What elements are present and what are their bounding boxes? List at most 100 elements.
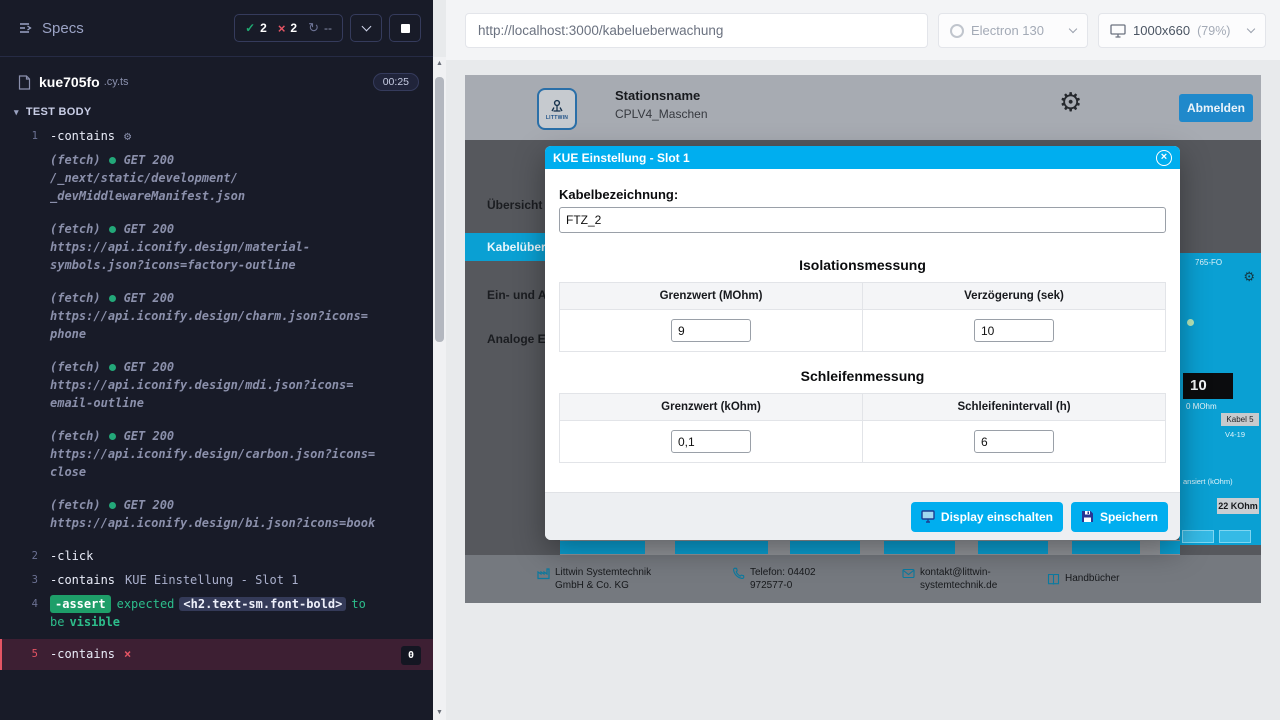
url-input[interactable]: http://localhost:3000/kabelueberwachung (465, 13, 928, 48)
save-button[interactable]: Speichern (1071, 502, 1168, 532)
scroll-up-icon[interactable]: ▲ (433, 57, 446, 71)
specs-label: Specs (42, 20, 84, 37)
assert-row[interactable]: 4 assertexpected<h2.text-sm.font-bold>to… (0, 592, 433, 634)
background-fragment (884, 541, 955, 554)
monitor-icon (1110, 23, 1126, 38)
app-header: LITTWIN Stationsname CPLV4_Maschen ⚙ Abm… (465, 75, 1261, 140)
loop-interval-input[interactable] (974, 430, 1054, 453)
isolation-delay-input[interactable] (974, 319, 1054, 342)
fetch-url: https://api.iconify.design/material-symb… (50, 238, 393, 274)
scrollbar-thumb[interactable] (435, 77, 444, 342)
test-body-section[interactable]: ▾ TEST BODY (0, 97, 433, 124)
line-number: 2 (0, 547, 50, 565)
specs-menu[interactable]: Specs (18, 20, 84, 37)
phone-icon (732, 567, 745, 580)
network-log-row[interactable]: (fetch)GET 200 https://api.iconify.desig… (0, 424, 433, 484)
check-icon: ✓ (245, 21, 255, 35)
failed-stat: ×2 (278, 21, 297, 36)
table-row (560, 421, 1166, 463)
viewport-select[interactable]: 1000x660 (79%) (1098, 13, 1266, 48)
test-stats[interactable]: ✓2 ×2 ↻-- (234, 14, 343, 42)
command-row[interactable]: 2 click (0, 544, 433, 568)
browser-select[interactable]: Electron 130 (938, 13, 1088, 48)
fetch-status: GET 200 (124, 358, 175, 376)
network-log-row[interactable]: (fetch)GET 200 /_next/static/development… (0, 148, 433, 208)
footer-phone[interactable]: Telefon: 04402 972577-0 (732, 566, 847, 592)
footer-email[interactable]: kontakt@littwin-systemtechnik.de (902, 566, 992, 592)
passed-count: 2 (260, 21, 267, 35)
passed-stat: ✓2 (245, 21, 267, 35)
network-log-row[interactable]: (fetch)GET 200 https://api.iconify.desig… (0, 217, 433, 277)
fail-cross-icon: × (124, 647, 131, 661)
network-log-row[interactable]: (fetch)GET 200 https://api.iconify.desig… (0, 493, 433, 535)
chevron-down-icon (1069, 25, 1077, 33)
network-log-row[interactable]: (fetch)GET 200 https://api.iconify.desig… (0, 286, 433, 346)
application: LITTWIN Stationsname CPLV4_Maschen ⚙ Abm… (465, 75, 1261, 603)
email-text: kontakt@littwin-systemtechnik.de (920, 566, 997, 592)
spec-file[interactable]: kue705fo .cy.ts 00:25 (0, 57, 433, 97)
loop-limit-input[interactable] (671, 430, 751, 453)
nav-item-uebersicht[interactable]: Übersicht (487, 198, 542, 212)
display-on-label: Display einschalten (941, 510, 1053, 524)
background-slot-card: 765-FO ⚙ 10 0 MOhm Kabel 5 V4-19 ansiert… (1179, 253, 1261, 545)
command-row[interactable]: 1 contains⚙ (0, 124, 433, 148)
display-on-button[interactable]: Display einschalten (911, 502, 1063, 532)
close-icon[interactable]: × (1156, 150, 1172, 166)
background-fragment (1182, 530, 1214, 543)
nav-item-kabelueberwachung[interactable]: Kabelüberw (465, 233, 547, 261)
command-name: contains (50, 647, 115, 661)
command-name: contains (50, 573, 115, 587)
app-footer: Littwin Systemtechnik GmbH & Co. KG Tele… (465, 555, 1261, 603)
fetch-url: /_next/static/development/_devMiddleware… (50, 169, 393, 205)
fetch-url: https://api.iconify.design/bi.json?icons… (50, 514, 393, 532)
stop-icon (401, 24, 410, 33)
network-log-row[interactable]: (fetch)GET 200 https://api.iconify.desig… (0, 355, 433, 415)
line-number: 1 (0, 127, 50, 145)
line-number (0, 427, 50, 481)
loop-label: ansiert (kOhm) (1183, 477, 1233, 486)
cypress-reporter: Specs ✓2 ×2 ↻-- kue705fo .cy.ts 00:25 ▾ … (0, 0, 433, 720)
line-number (0, 220, 50, 274)
line-number: 5 (2, 645, 50, 663)
measurement-value: 10 (1183, 373, 1233, 399)
fetch-label: (fetch) (50, 358, 101, 376)
reporter-controls: ✓2 ×2 ↻-- (234, 14, 421, 42)
collapse-button[interactable] (350, 14, 382, 42)
line-number: 4 (0, 595, 50, 631)
settings-gear-icon[interactable]: ⚙ (1059, 87, 1082, 118)
status-dot-icon (109, 502, 116, 509)
aut-panel: http://localhost:3000/kabelueberwachung … (446, 0, 1280, 720)
command-argument: KUE Einstellung - Slot 1 (125, 573, 298, 587)
nav-item-analoge-eingaenge[interactable]: Analoge Ei (487, 332, 549, 346)
isolation-limit-input[interactable] (671, 319, 751, 342)
fetch-status: GET 200 (124, 289, 175, 307)
logo-text: LITTWIN (546, 115, 568, 121)
fetch-status: GET 200 (124, 151, 175, 169)
retry-count-badge: 0 (401, 646, 421, 665)
failed-command-row[interactable]: 5 contains × 0 (0, 639, 433, 670)
fetch-status: GET 200 (124, 496, 175, 514)
scrollbar[interactable]: ▲ ▼ (433, 57, 446, 720)
status-dot-icon (109, 433, 116, 440)
footer-company[interactable]: Littwin Systemtechnik GmbH & Co. KG (537, 566, 677, 592)
fetch-status: GET 200 (124, 427, 175, 445)
cable-name-label: Kabelbezeichnung: (559, 187, 1166, 202)
background-fragment (1160, 541, 1180, 554)
factory-icon (537, 567, 550, 580)
scroll-down-icon[interactable]: ▼ (433, 706, 446, 720)
column-header: Schleifenintervall (h) (863, 394, 1166, 421)
loop-table: Grenzwert (kOhm) Schleifenintervall (h) (559, 393, 1166, 463)
pending-stat: ↻-- (308, 20, 332, 36)
nav-item-ein-ausgaenge[interactable]: Ein- und Au (487, 288, 554, 302)
slot-card-title: 765-FO (1195, 258, 1222, 267)
modal-header: KUE Einstellung - Slot 1 × (545, 146, 1180, 169)
command-row[interactable]: 3 containsKUE Einstellung - Slot 1 (0, 568, 433, 592)
assert-badge: assert (50, 595, 111, 613)
logout-button[interactable]: Abmelden (1179, 94, 1253, 122)
spec-extension: .cy.ts (104, 76, 129, 88)
aut-toolbar: http://localhost:3000/kabelueberwachung … (446, 0, 1280, 60)
footer-manuals[interactable]: Handbücher (1047, 572, 1119, 586)
stop-button[interactable] (389, 14, 421, 42)
fetch-status: GET 200 (124, 220, 175, 238)
cable-name-input[interactable] (559, 207, 1166, 233)
